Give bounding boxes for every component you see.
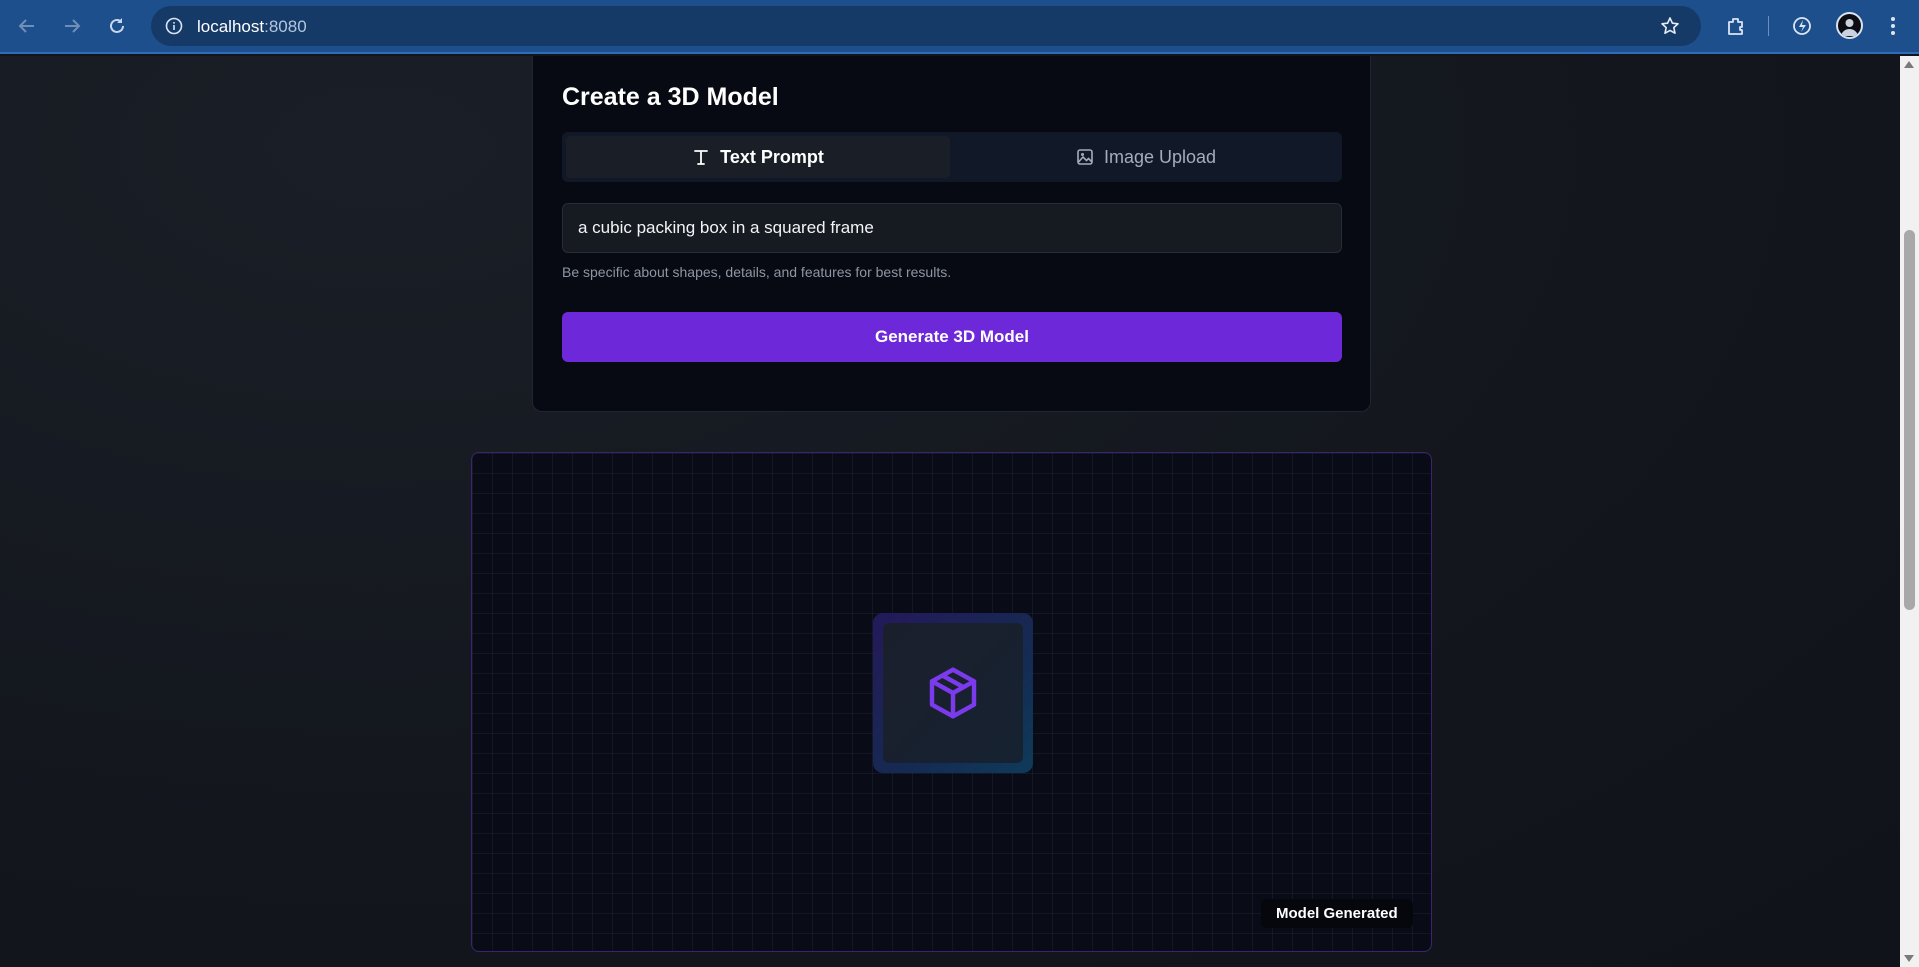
toolbar-separator	[1768, 16, 1769, 36]
url-port: :8080	[264, 17, 307, 36]
model-viewer[interactable]: Model Generated	[471, 452, 1432, 952]
generate-3d-model-button[interactable]: Generate 3D Model	[562, 312, 1342, 362]
scroll-thumb[interactable]	[1904, 230, 1915, 610]
profile-avatar[interactable]	[1836, 12, 1863, 39]
tab-text-prompt[interactable]: Text Prompt	[566, 136, 950, 178]
create-model-card: Create a 3D Model Text Prompt Image Uplo…	[532, 56, 1371, 412]
prompt-input[interactable]	[562, 203, 1342, 253]
page-content: Create a 3D Model Text Prompt Image Uplo…	[0, 56, 1900, 967]
scroll-down-arrow-icon[interactable]	[1904, 955, 1914, 962]
package-box-icon	[929, 667, 977, 719]
address-bar[interactable]: localhost:8080	[151, 6, 1701, 46]
forward-icon[interactable]	[58, 12, 86, 40]
menu-icon[interactable]	[1879, 12, 1907, 40]
model-preview-frame	[873, 613, 1033, 773]
card-title: Create a 3D Model	[562, 83, 779, 111]
performance-icon[interactable]	[1788, 12, 1816, 40]
bookmark-star-icon[interactable]	[1658, 14, 1682, 38]
reload-icon[interactable]	[103, 12, 131, 40]
scroll-up-arrow-icon[interactable]	[1904, 61, 1914, 68]
tab-text-prompt-label: Text Prompt	[720, 146, 824, 167]
text-icon	[694, 150, 709, 165]
site-info-icon[interactable]	[161, 13, 187, 39]
status-badge: Model Generated	[1261, 899, 1413, 928]
tab-image-upload-label: Image Upload	[1103, 146, 1217, 167]
page-scrollbar[interactable]	[1900, 56, 1919, 967]
model-preview	[883, 623, 1023, 763]
input-mode-tabs: Text Prompt Image Upload	[562, 132, 1342, 182]
url-text[interactable]: localhost:8080	[197, 17, 307, 37]
tab-image-upload[interactable]: Image Upload	[954, 136, 1338, 178]
url-host: localhost	[197, 17, 265, 36]
back-icon[interactable]	[13, 12, 41, 40]
browser-toolbar: localhost:8080	[0, 0, 1919, 54]
prompt-hint: Be specific about shapes, details, and f…	[562, 264, 952, 280]
extensions-icon[interactable]	[1722, 12, 1750, 40]
image-icon	[1077, 149, 1093, 165]
